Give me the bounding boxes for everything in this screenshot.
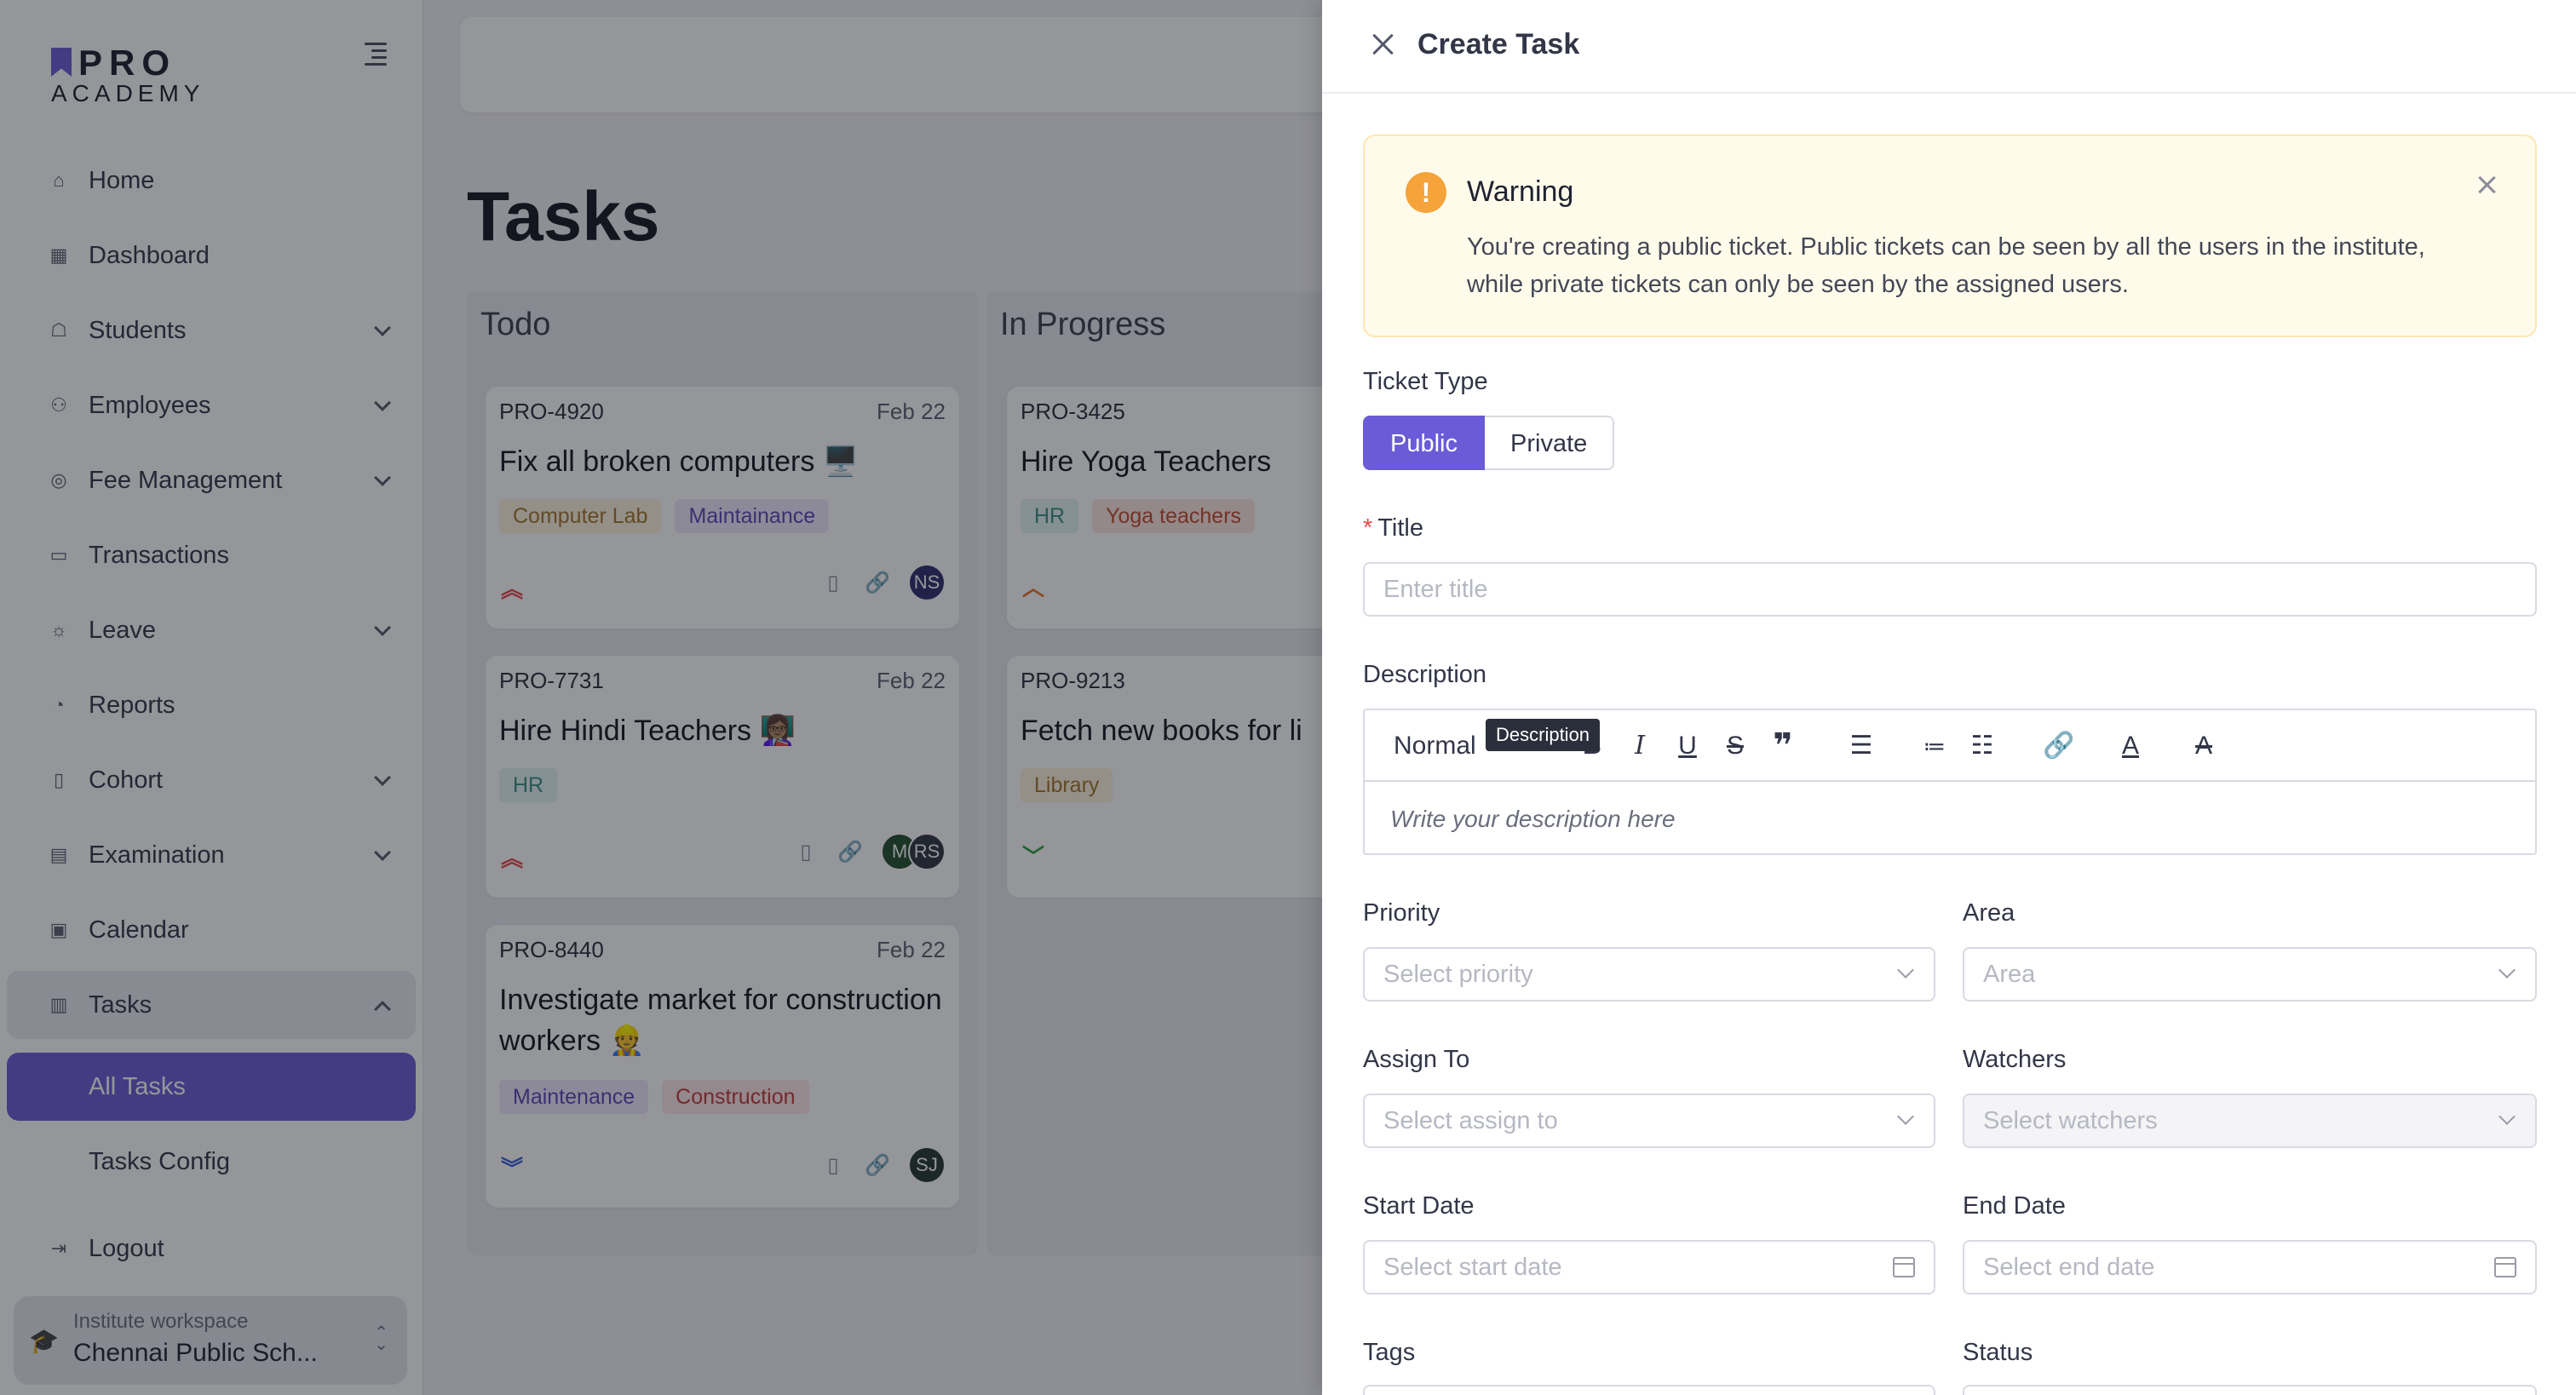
create-task-drawer: Create Task ! Warning You're creating a …: [1322, 0, 2576, 1395]
clear-format-icon[interactable]: A: [2189, 729, 2218, 763]
bullet-list-icon[interactable]: ☷: [1968, 729, 1997, 763]
status-label: Status: [1963, 1339, 2033, 1366]
watchers-select[interactable]: Select watchers: [1963, 1094, 2537, 1148]
priority-label: Priority: [1363, 899, 1440, 927]
end-date-placeholder: Select end date: [1983, 1254, 2155, 1281]
warning-alert: ! Warning You're creating a public ticke…: [1363, 135, 2537, 337]
start-date-picker[interactable]: Select start date: [1363, 1240, 1935, 1295]
ticket-type-label: Ticket Type: [1363, 368, 1488, 395]
ordered-list-icon[interactable]: ≔: [1920, 729, 1949, 763]
editor-placeholder[interactable]: Write your description here: [1390, 806, 1676, 833]
modal-backdrop[interactable]: [0, 0, 1322, 1395]
area-label: Area: [1963, 899, 2015, 927]
chevron-down-icon: [2498, 1108, 2516, 1125]
italic-icon[interactable]: I: [1627, 729, 1653, 763]
priority-placeholder: Select priority: [1383, 961, 1533, 988]
tags-label: Tags: [1363, 1339, 1416, 1366]
watchers-placeholder: Select watchers: [1983, 1107, 2158, 1134]
title-input[interactable]: Enter title: [1363, 562, 2537, 617]
status-select[interactable]: [1963, 1385, 2537, 1395]
format-select[interactable]: Normal: [1394, 729, 1487, 763]
calendar-icon: [2494, 1257, 2516, 1277]
format-tooltip: Description: [1486, 719, 1601, 751]
area-select[interactable]: Area: [1963, 947, 2537, 1002]
start-date-label: Start Date: [1363, 1192, 1475, 1220]
assign-to-placeholder: Select assign to: [1383, 1107, 1558, 1134]
ticket-type-public[interactable]: Public: [1363, 416, 1485, 470]
watchers-label: Watchers: [1963, 1046, 2067, 1073]
editor-toolbar: Normal B I U S ❞ ☰ ≔ ☷ 🔗 A A Description: [1365, 710, 2535, 782]
end-date-label: End Date: [1963, 1192, 2066, 1220]
alert-close-icon[interactable]: [2475, 174, 2498, 196]
chevron-down-icon: [1897, 962, 1914, 979]
end-date-picker[interactable]: Select end date: [1963, 1240, 2537, 1295]
area-placeholder: Area: [1983, 961, 2036, 988]
alert-message: You're creating a public ticket. Public …: [1467, 233, 2425, 298]
link-icon[interactable]: 🔗: [2043, 729, 2074, 763]
text-color-icon[interactable]: A: [2116, 729, 2145, 763]
title-label-text: Title: [1377, 514, 1424, 542]
ticket-type-toggle: Public Private: [1363, 416, 1615, 470]
required-marker: *: [1363, 514, 1373, 542]
underline-icon[interactable]: U: [1675, 729, 1700, 763]
calendar-icon: [1893, 1257, 1915, 1277]
drawer-title: Create Task: [1417, 28, 1580, 60]
tags-input[interactable]: [1363, 1385, 1935, 1395]
drawer-header: Create Task: [1322, 0, 2576, 94]
start-date-placeholder: Select start date: [1383, 1254, 1562, 1281]
priority-select[interactable]: Select priority: [1363, 947, 1935, 1002]
assign-to-label: Assign To: [1363, 1046, 1470, 1073]
alert-title: Warning: [1467, 175, 1574, 208]
blockquote-icon[interactable]: ❞: [1770, 729, 1796, 763]
chevron-down-icon: [1897, 1108, 1914, 1125]
align-icon[interactable]: ☰: [1847, 729, 1876, 763]
warning-icon: !: [1406, 172, 1446, 213]
description-label: Description: [1363, 661, 1487, 688]
chevron-down-icon: [2498, 962, 2516, 979]
assign-to-select[interactable]: Select assign to: [1363, 1094, 1935, 1148]
title-label: * Title: [1363, 514, 1423, 542]
close-icon[interactable]: [1370, 31, 1397, 58]
strikethrough-icon[interactable]: S: [1722, 729, 1748, 763]
description-editor[interactable]: Normal B I U S ❞ ☰ ≔ ☷ 🔗 A A Description…: [1363, 709, 2537, 855]
ticket-type-private[interactable]: Private: [1485, 416, 1615, 470]
